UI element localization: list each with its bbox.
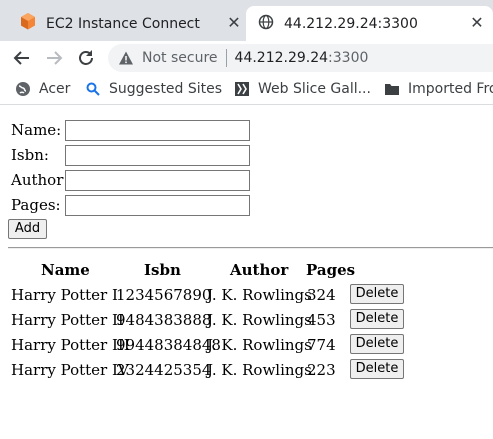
divider (225, 49, 227, 67)
isbn-label: Isbn: (11, 146, 49, 164)
bookmark-acer[interactable]: Acer (15, 81, 70, 97)
cell-name: Harry Potter III (11, 336, 130, 354)
web-slice-icon (234, 81, 250, 97)
pages-label: Pages: (11, 196, 61, 214)
search-icon (85, 81, 101, 97)
security-label: Not secure (142, 50, 218, 66)
url-host: 44.212.29.24 (234, 50, 329, 66)
delete-button[interactable]: Delete (350, 309, 404, 329)
column-header-pages: Pages (306, 261, 356, 279)
cell-isbn: 99448384848 (116, 336, 221, 354)
pages-input[interactable] (65, 195, 250, 216)
column-header-author: Author (230, 261, 289, 279)
cell-author: J. K. Rowlings (207, 311, 312, 329)
close-tab-icon[interactable]: ✕ (469, 15, 485, 31)
back-arrow-icon[interactable] (11, 47, 33, 69)
add-button[interactable]: Add (8, 219, 47, 239)
reload-icon[interactable] (75, 47, 97, 69)
delete-button[interactable]: Delete (350, 359, 404, 379)
column-header-name: Name (41, 261, 90, 279)
cell-isbn: 9484383888 (116, 311, 212, 329)
folder-icon (384, 81, 400, 97)
cell-pages: 223 (307, 361, 336, 379)
cell-name: Harry Potter I (11, 286, 118, 304)
cell-author: J. K. Rowlings (207, 361, 312, 379)
name-label: Name: (11, 121, 62, 139)
bookmark-label: Web Slice Gall... (258, 81, 371, 97)
bookmark-suggested-sites[interactable]: Suggested Sites (85, 81, 222, 97)
column-header-isbn: Isbn (144, 261, 181, 279)
name-input[interactable] (65, 120, 250, 141)
tab-title: EC2 Instance Connect (46, 15, 200, 32)
cell-pages: 774 (307, 336, 336, 354)
address-bar[interactable]: Not secure 44.212.29.24 :3300 (108, 44, 493, 72)
bookmark-web-slice-gallery[interactable]: Web Slice Gall... (234, 81, 371, 97)
tab-strip: EC2 Instance Connect ✕ 44.212.29.24:3300… (0, 0, 493, 41)
bookmark-label: Imported Fro (408, 81, 493, 97)
cell-author: J. K. Rowlings (207, 286, 312, 304)
browser-toolbar: Not secure 44.212.29.24 :3300 (0, 41, 493, 75)
author-input[interactable] (65, 170, 250, 191)
globe-icon (258, 14, 274, 34)
tab-active-page[interactable]: 44.212.29.24:3300 ✕ (246, 6, 493, 41)
url-port: :3300 (328, 50, 369, 66)
delete-button[interactable]: Delete (350, 284, 404, 304)
cell-pages: 324 (307, 286, 336, 304)
cell-name: Harry Potter II (11, 311, 124, 329)
cell-name: Harry Potter IV (11, 361, 129, 379)
page-content: Name: Isbn: Author: Pages: Add Name Isbn… (0, 106, 493, 439)
divider (8, 247, 493, 249)
bookmark-label: Acer (39, 81, 71, 97)
tab-ec2-instance-connect[interactable]: EC2 Instance Connect ✕ (8, 6, 246, 41)
author-label: Author: (11, 171, 69, 189)
isbn-input[interactable] (65, 145, 250, 166)
close-tab-icon[interactable]: ✕ (226, 15, 242, 31)
warning-icon[interactable] (118, 50, 134, 66)
cell-author: J. K. Rowlings (207, 336, 312, 354)
forward-arrow-icon[interactable] (43, 47, 65, 69)
tab-title: 44.212.29.24:3300 (284, 15, 418, 32)
bookmarks-bar: Acer Suggested Sites Web Slice Gall... I… (0, 75, 493, 105)
acer-globe-icon (15, 81, 31, 97)
bookmark-label: Suggested Sites (109, 81, 223, 97)
cell-isbn: 1234567890 (116, 286, 212, 304)
aws-cube-icon (20, 13, 36, 34)
delete-button[interactable]: Delete (350, 334, 404, 354)
bookmark-imported-folder[interactable]: Imported Fro (384, 81, 493, 97)
cell-pages: 453 (307, 311, 336, 329)
cell-isbn: 2324425354 (116, 361, 212, 379)
